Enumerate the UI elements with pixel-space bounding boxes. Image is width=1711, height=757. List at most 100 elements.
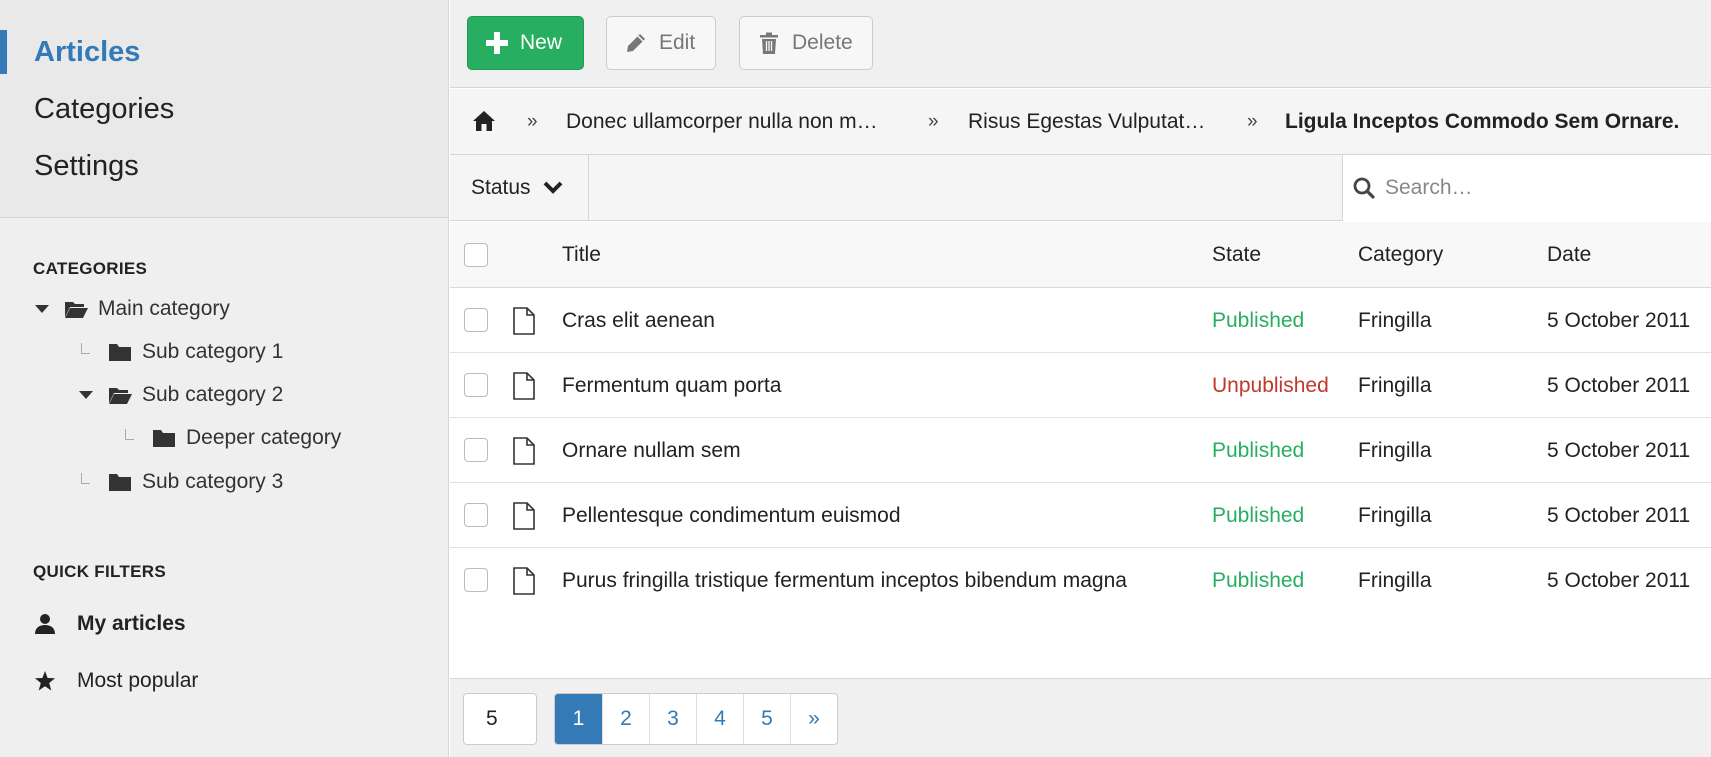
row-date: 5 October 2011	[1547, 569, 1691, 592]
edit-button[interactable]: Edit	[606, 16, 716, 70]
row-category: Fringilla	[1358, 374, 1432, 397]
folder-open-icon	[108, 384, 134, 406]
star-icon	[33, 669, 57, 693]
breadcrumb-item-2[interactable]: Risus Egestas Vulputat…	[968, 89, 1205, 155]
breadcrumb-current: Ligula Inceptos Commodo Sem Ornare.	[1285, 110, 1680, 133]
breadcrumb-separator: »	[928, 111, 939, 132]
row-title[interactable]: Pellentesque condimentum euismod	[562, 483, 901, 548]
row-state: Published	[1212, 309, 1305, 332]
row-checkbox[interactable]	[464, 503, 488, 527]
column-header-title[interactable]: Title	[562, 222, 601, 288]
page-5-link[interactable]: 5	[743, 694, 790, 744]
edit-button-label: Edit	[659, 31, 696, 54]
column-header-date[interactable]: Date	[1547, 222, 1591, 288]
next-page-link[interactable]: »	[790, 694, 837, 744]
breadcrumb: » Donec ullamcorper nulla non m… » Risus…	[450, 89, 1711, 155]
breadcrumb-separator: »	[1247, 111, 1258, 132]
folder-open-icon	[64, 298, 90, 320]
delete-button[interactable]: Delete	[739, 16, 873, 70]
table-row[interactable]: Ornare nullam sem Published Fringilla 5 …	[450, 418, 1711, 483]
trash-icon	[760, 32, 778, 54]
tree-item-deeper-category[interactable]: Deeper category	[120, 420, 341, 456]
toolbar: New Edit Delete	[450, 0, 1711, 88]
column-header-state[interactable]: State	[1212, 222, 1261, 288]
table-row[interactable]: Purus fringilla tristique fermentum ince…	[450, 548, 1711, 613]
status-dropdown[interactable]: Status	[450, 155, 589, 221]
breadcrumb-separator: »	[527, 111, 538, 132]
row-category: Fringilla	[1358, 504, 1432, 527]
new-button[interactable]: New	[467, 16, 584, 70]
select-all-checkbox[interactable]	[464, 243, 488, 267]
page-1-link[interactable]: 1	[555, 694, 602, 744]
row-checkbox[interactable]	[464, 373, 488, 397]
tree-item-sub-category-1[interactable]: Sub category 1	[76, 334, 283, 370]
folder-icon	[152, 427, 178, 449]
page-4-link[interactable]: 4	[696, 694, 743, 744]
document-icon	[513, 567, 535, 595]
table-row[interactable]: Cras elit aenean Published Fringilla 5 O…	[450, 288, 1711, 353]
pager-bar: 5 1 2 3 4 5 »	[450, 678, 1711, 757]
page-3-link[interactable]: 3	[649, 694, 696, 744]
search-input[interactable]	[1385, 155, 1705, 221]
breadcrumb-item-1[interactable]: Donec ullamcorper nulla non m…	[566, 89, 878, 155]
table-row[interactable]: Fermentum quam porta Unpublished Fringil…	[450, 353, 1711, 418]
tree-item-main-category[interactable]: Main category	[32, 291, 230, 327]
per-page-select[interactable]: 5	[463, 693, 537, 745]
tree-item-label: Main category	[98, 297, 230, 320]
table-row[interactable]: Pellentesque condimentum euismod Publish…	[450, 483, 1711, 548]
document-icon	[513, 502, 535, 530]
home-icon[interactable]	[472, 110, 496, 132]
row-title[interactable]: Cras elit aenean	[562, 288, 715, 353]
search-box	[1342, 155, 1711, 221]
row-date: 5 October 2011	[1547, 439, 1691, 462]
row-state: Published	[1212, 504, 1305, 527]
caret-down-icon[interactable]	[32, 291, 52, 327]
status-dropdown-label: Status	[471, 176, 531, 199]
row-checkbox[interactable]	[464, 308, 488, 332]
tree-item-sub-category-2[interactable]: Sub category 2	[76, 377, 283, 413]
row-category: Fringilla	[1358, 309, 1432, 332]
quick-filter-most-popular[interactable]: Most popular	[33, 661, 198, 701]
main-panel: New Edit Delete » Donec ullamcorper null…	[450, 0, 1711, 757]
nav-item-categories[interactable]: Categories	[0, 81, 448, 138]
plus-icon	[486, 32, 508, 54]
nav-item-settings[interactable]: Settings	[0, 138, 448, 195]
column-header-category[interactable]: Category	[1358, 222, 1443, 288]
row-title[interactable]: Fermentum quam porta	[562, 353, 781, 418]
row-date: 5 October 2011	[1547, 309, 1691, 332]
row-date: 5 October 2011	[1547, 374, 1691, 397]
quick-filter-my-articles[interactable]: My articles	[33, 604, 186, 644]
tree-item-sub-category-3[interactable]: Sub category 3	[76, 464, 283, 500]
tree-item-label: Sub category 2	[142, 383, 284, 406]
row-checkbox[interactable]	[464, 438, 488, 462]
nav-item-articles[interactable]: Articles	[0, 24, 448, 81]
page-2-link[interactable]: 2	[602, 694, 649, 744]
row-date: 5 October 2011	[1547, 504, 1691, 527]
quick-filters-heading: QUICK FILTERS	[33, 562, 166, 581]
quick-filter-label: My articles	[77, 612, 186, 635]
tree-item-label: Sub category 3	[142, 470, 284, 493]
row-state: Unpublished	[1212, 374, 1329, 397]
row-checkbox[interactable]	[464, 568, 488, 592]
new-button-label: New	[520, 31, 563, 54]
row-state: Published	[1212, 569, 1305, 592]
row-title[interactable]: Ornare nullam sem	[562, 418, 741, 483]
document-icon	[513, 372, 535, 400]
chevron-down-icon	[543, 181, 562, 194]
sidebar: Articles Categories Settings CATEGORIES …	[0, 0, 449, 757]
tree-item-label: Sub category 1	[142, 340, 284, 363]
caret-down-icon[interactable]	[76, 377, 96, 413]
pencil-icon	[627, 34, 645, 52]
row-state: Published	[1212, 439, 1305, 462]
document-icon	[513, 437, 535, 465]
tree-branch-line	[120, 420, 140, 456]
delete-button-label: Delete	[792, 31, 853, 54]
row-category: Fringilla	[1358, 439, 1432, 462]
tree-item-label: Deeper category	[186, 426, 342, 449]
tree-branch-line	[76, 464, 96, 500]
table-header: Title State Category Date	[450, 222, 1711, 288]
filter-bar: Status	[450, 155, 1711, 221]
row-title[interactable]: Purus fringilla tristique fermentum ince…	[562, 548, 1127, 613]
row-category: Fringilla	[1358, 569, 1432, 592]
categories-heading: CATEGORIES	[33, 259, 148, 278]
